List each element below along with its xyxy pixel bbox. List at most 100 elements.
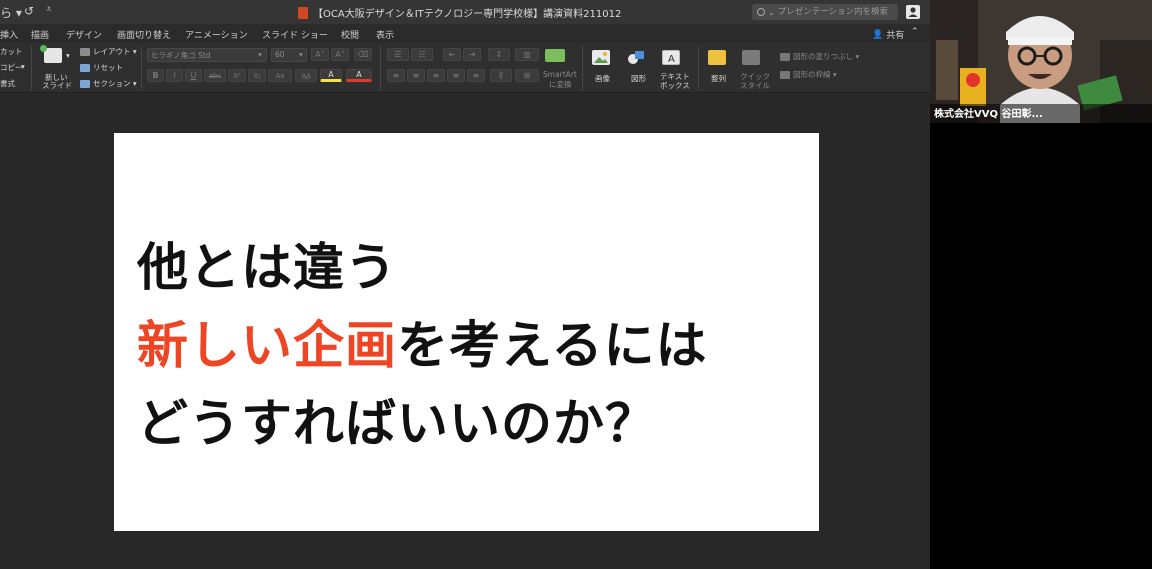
tab-slideshow[interactable]: スライド ショー: [262, 28, 328, 41]
cut-button[interactable]: カット: [0, 46, 23, 57]
shape-fill-label: 図形の塗りつぶし: [793, 52, 854, 61]
ribbon-separator: [141, 46, 142, 90]
account-icon[interactable]: [906, 5, 920, 19]
slide-heading-line-1[interactable]: 他とは違う: [137, 226, 397, 300]
text-box-label-2: ボックス: [660, 81, 690, 90]
align-right-button[interactable]: ≡: [427, 69, 445, 82]
change-case-button[interactable]: Aa: [268, 69, 292, 82]
strikethrough-button[interactable]: abc: [204, 69, 226, 82]
new-slide-plus-icon: [40, 45, 47, 52]
section-button[interactable]: セクション ▾: [80, 78, 137, 89]
tab-review[interactable]: 校閲: [341, 28, 359, 41]
picture-icon[interactable]: [592, 50, 610, 65]
highlight-color-button[interactable]: A: [320, 69, 342, 82]
customize-toolbar-icon[interactable]: ⩡: [46, 4, 52, 15]
shape-outline-label: 図形の枠線: [793, 70, 831, 79]
font-size-value: 60: [275, 50, 285, 59]
title-bar: ら ▾ ↺ ⩡ 【OCA大阪デザイン＆ITテクノロジー専門学校様】講演資料211…: [0, 0, 930, 24]
superscript-button[interactable]: X²: [228, 69, 246, 82]
text-direction-button[interactable]: ⫼: [490, 69, 512, 82]
redo-icon[interactable]: ↺: [24, 4, 34, 18]
text-box-icon[interactable]: A: [662, 50, 680, 65]
layout-button[interactable]: レイアウト ▾: [80, 46, 137, 57]
tab-animations[interactable]: アニメーション: [185, 28, 248, 41]
smartart-label-1: SmartArt: [543, 70, 577, 79]
search-box[interactable]: ⌄: [752, 4, 898, 20]
pen-icon: [780, 71, 790, 79]
new-slide-icon[interactable]: [44, 48, 62, 63]
slide-heading-line-3[interactable]: どうすればいいのか？: [137, 382, 657, 456]
font-color-button[interactable]: A: [346, 69, 372, 82]
shapes-icon[interactable]: [627, 50, 645, 65]
numbering-button[interactable]: ☷: [411, 48, 433, 61]
copy-dropdown-icon[interactable]: ▾: [21, 62, 25, 71]
bullets-button[interactable]: ☰: [387, 48, 409, 61]
quick-styles-label-2: スタイル: [740, 81, 770, 90]
bold-button[interactable]: B: [147, 69, 164, 82]
slide[interactable]: 他とは違う 新しい企画を考えるには どうすればいいのか？: [114, 133, 819, 531]
video-participant-tile[interactable]: 株式会社VVQ 谷田彰...: [930, 0, 1152, 123]
quick-styles-icon[interactable]: [742, 50, 760, 65]
search-input[interactable]: [777, 7, 898, 17]
ribbon: カット コピー ▾ 書式 ▾ 新しい スライド レイアウト ▾ リセット セクシ…: [0, 43, 930, 93]
smartart-icon[interactable]: [545, 49, 565, 62]
font-size-chevron-icon: ▾: [299, 50, 303, 59]
tab-design[interactable]: デザイン: [66, 28, 102, 41]
align-center-button[interactable]: ≡: [407, 69, 425, 82]
search-icon: [757, 8, 765, 16]
slide-heading-line-2[interactable]: 新しい企画を考えるには: [137, 304, 708, 378]
collapse-ribbon-icon[interactable]: ⌃: [911, 27, 919, 37]
decrease-indent-button[interactable]: ⇤: [443, 48, 461, 61]
increase-indent-button[interactable]: ⇥: [463, 48, 481, 61]
distributed-button[interactable]: ≡: [467, 69, 485, 82]
format-painter-button[interactable]: 書式: [0, 78, 15, 89]
document-title: 【OCA大阪デザイン＆ITテクノロジー専門学校様】講演資料211012: [313, 9, 622, 20]
reset-button[interactable]: リセット: [80, 62, 123, 73]
font-name-select[interactable]: ヒラギノ角ゴ Std ▾: [147, 48, 267, 62]
tab-view[interactable]: 表示: [376, 28, 394, 41]
increase-font-size-button[interactable]: A˄: [311, 48, 329, 61]
participant-name: 株式会社VVQ 谷田彰...: [934, 109, 1043, 120]
layout-label: レイアウト: [93, 47, 131, 56]
decrease-font-size-button[interactable]: A˅: [331, 48, 349, 61]
powerpoint-file-icon: [298, 6, 308, 19]
justify-button[interactable]: ≡: [447, 69, 465, 82]
ribbon-separator: [31, 46, 32, 90]
character-spacing-button[interactable]: A͟A: [295, 69, 317, 82]
search-options-chevron-icon[interactable]: ⌄: [768, 8, 775, 17]
italic-button[interactable]: I: [166, 69, 183, 82]
align-left-button[interactable]: ≡: [387, 69, 405, 82]
undo-icon[interactable]: ら ▾: [0, 4, 22, 21]
shape-outline-button[interactable]: 図形の枠線 ▾: [780, 69, 837, 80]
layout-icon: [80, 48, 90, 56]
reset-label: リセット: [93, 63, 123, 72]
font-size-select[interactable]: 60 ▾: [271, 48, 307, 62]
section-label: セクション: [93, 79, 131, 88]
shape-fill-button[interactable]: 図形の塗りつぶし ▾: [780, 51, 859, 62]
add-person-icon: 👤: [872, 29, 884, 40]
powerpoint-window: ら ▾ ↺ ⩡ 【OCA大阪デザイン＆ITテクノロジー専門学校様】講演資料211…: [0, 0, 930, 569]
font-name-value: ヒラギノ角ゴ Std: [151, 51, 211, 60]
subscript-button[interactable]: X₂: [248, 69, 266, 82]
tab-insert[interactable]: 挿入: [0, 28, 18, 41]
arrange-icon[interactable]: [708, 50, 726, 65]
align-text-button[interactable]: ⊞: [515, 69, 539, 82]
copy-button[interactable]: コピー: [0, 62, 23, 73]
document-title-area: 【OCA大阪デザイン＆ITテクノロジー専門学校様】講演資料211012: [298, 5, 621, 20]
ribbon-separator: [698, 46, 699, 90]
font-name-chevron-icon: ▾: [258, 50, 262, 59]
underline-button[interactable]: U: [185, 69, 202, 82]
slide-heading-line-2-rest: を考えるには: [397, 317, 708, 376]
ribbon-separator: [380, 46, 381, 90]
share-button[interactable]: 👤 共有: [872, 28, 905, 42]
tab-transitions[interactable]: 画面切り替え: [117, 28, 171, 41]
reset-icon: [80, 64, 90, 72]
tab-draw[interactable]: 描画: [31, 28, 49, 41]
new-slide-dropdown-icon[interactable]: ▾: [66, 51, 70, 60]
share-label: 共有: [886, 31, 905, 41]
columns-button[interactable]: ▥: [515, 48, 539, 61]
line-spacing-button[interactable]: ↕: [488, 48, 510, 61]
clear-formatting-icon[interactable]: ⌫: [354, 48, 372, 61]
svg-text:A: A: [668, 54, 675, 65]
shapes-label: 図形: [631, 74, 646, 83]
